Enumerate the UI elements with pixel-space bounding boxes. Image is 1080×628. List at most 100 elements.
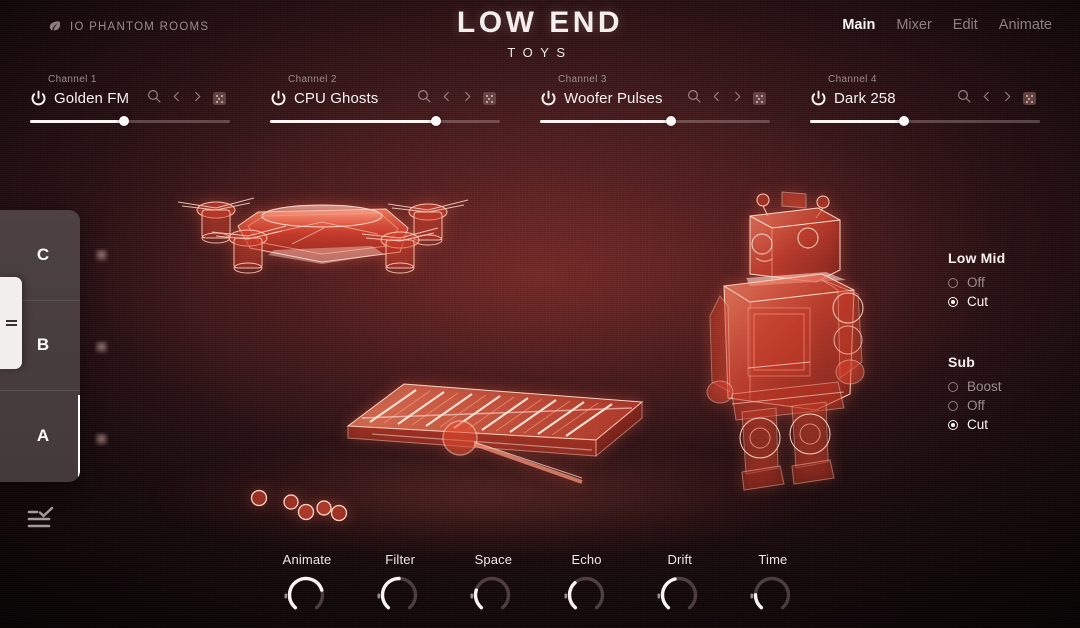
power-icon[interactable]: [540, 90, 557, 107]
channel-name[interactable]: Golden FM: [54, 90, 129, 107]
knob-echo[interactable]: Echo: [548, 552, 626, 628]
channel-icon-group: [147, 89, 230, 108]
search-icon[interactable]: [957, 89, 971, 108]
eq-group-title: Sub: [948, 354, 976, 370]
power-icon[interactable]: [30, 90, 47, 107]
chevron-left-icon[interactable]: [711, 90, 722, 108]
radio-label: Off: [967, 398, 985, 413]
channel-name[interactable]: Woofer Pulses: [564, 90, 663, 107]
nav-item-animate[interactable]: Animate: [999, 17, 1052, 33]
hamburger-icon: [5, 318, 17, 328]
radio-cut[interactable]: Cut: [948, 417, 1058, 432]
radio-label: Boost: [967, 379, 1002, 394]
knob-label: Animate: [282, 552, 332, 567]
sidebar-section-label: B: [36, 335, 50, 355]
slider-fill: [540, 120, 672, 123]
channel-label: Channel 1: [48, 74, 97, 85]
radio-off[interactable]: Off: [948, 398, 1058, 413]
drone-hologram: [172, 176, 472, 292]
power-icon[interactable]: [810, 90, 827, 107]
channel-level-slider[interactable]: [30, 116, 230, 126]
search-icon[interactable]: [417, 89, 431, 108]
radio-off[interactable]: Off: [948, 275, 1058, 290]
knob-animate[interactable]: Animate: [268, 552, 346, 628]
channel-level-slider[interactable]: [540, 116, 770, 126]
channel-strips: Channel 1 Golden FM Channel 2 CPU Ghosts Cha…: [0, 74, 1080, 136]
knob-label: Filter: [385, 552, 416, 567]
dice-icon[interactable]: [483, 92, 496, 105]
slider-fill: [810, 120, 905, 123]
dice-icon[interactable]: [213, 92, 226, 105]
chevron-right-icon[interactable]: [462, 90, 473, 108]
channel-label: Channel 2: [288, 74, 337, 85]
power-icon[interactable]: [270, 90, 287, 107]
channel-level-slider[interactable]: [270, 116, 500, 126]
slider-handle[interactable]: [899, 116, 910, 126]
knob-tick: [564, 593, 567, 599]
chevron-right-icon[interactable]: [192, 90, 203, 108]
knob-dial[interactable]: [376, 572, 424, 620]
slider-handle[interactable]: [430, 116, 441, 126]
page-title: LOW END TOYS: [0, 8, 1080, 61]
nav-item-main[interactable]: Main: [842, 17, 875, 33]
eq-panel: Low Mid Off Cut Sub Boost Off Cut: [948, 250, 1058, 436]
radio-label: Cut: [967, 294, 989, 309]
radio-cut[interactable]: Cut: [948, 294, 1058, 309]
dice-icon[interactable]: [753, 92, 766, 105]
search-icon[interactable]: [147, 89, 161, 108]
chevron-left-icon[interactable]: [981, 90, 992, 108]
chevron-right-icon[interactable]: [732, 90, 743, 108]
knob-dial[interactable]: [656, 572, 704, 620]
channel-name[interactable]: CPU Ghosts: [294, 90, 378, 107]
slider-handle[interactable]: [119, 116, 129, 126]
radio-label: Off: [967, 275, 985, 290]
knob-label: Space: [474, 552, 513, 567]
knob-tick: [750, 593, 754, 599]
sidebar-section-label: C: [36, 244, 50, 264]
slider-fill: [30, 120, 124, 123]
channel-strip-3: Channel 3 Woofer Pulses: [540, 74, 810, 136]
knob-space[interactable]: Space: [454, 552, 532, 628]
chevron-left-icon[interactable]: [441, 90, 452, 108]
channel-icon-group: [957, 89, 1040, 108]
slider-handle[interactable]: [666, 116, 677, 126]
slider-fill: [270, 120, 436, 123]
knob-dial[interactable]: [283, 572, 331, 620]
channel-label: Channel 4: [828, 74, 877, 85]
list-check-icon[interactable]: [27, 505, 54, 535]
nav-item-mixer[interactable]: Mixer: [896, 17, 931, 33]
channel-name[interactable]: Dark 258: [834, 90, 896, 107]
channel-level-slider[interactable]: [810, 116, 1040, 126]
radio-dot-icon: [948, 400, 958, 411]
drawer-toggle-tab[interactable]: [0, 277, 22, 369]
knob-tick: [284, 593, 288, 599]
knob-dial[interactable]: [749, 572, 797, 620]
nav-item-edit[interactable]: Edit: [953, 17, 978, 33]
eq-group-sub: Sub Boost Off Cut: [948, 354, 1058, 432]
knob-dial[interactable]: [563, 572, 611, 620]
chevron-right-icon[interactable]: [1002, 90, 1013, 108]
radio-boost[interactable]: Boost: [948, 379, 1058, 394]
knob-tick: [377, 593, 381, 599]
knob-dial[interactable]: [469, 572, 517, 620]
robot-hologram: [698, 186, 878, 494]
brand-label: IO PHANTOM ROOMS: [70, 20, 210, 33]
knob-label: Drift: [667, 552, 693, 567]
sidebar-section-label: A: [36, 426, 50, 446]
knob-drift[interactable]: Drift: [641, 552, 719, 628]
channel-strip-4: Channel 4 Dark 258: [810, 74, 1080, 136]
row-marker-a: [95, 433, 108, 446]
knob-filter[interactable]: Filter: [361, 552, 439, 628]
eq-group-low-mid: Low Mid Off Cut: [948, 250, 1058, 309]
channel-strip-2: Channel 2 CPU Ghosts: [270, 74, 540, 136]
marbles-hologram: [240, 482, 360, 524]
brand[interactable]: IO PHANTOM ROOMS: [48, 20, 209, 33]
chevron-left-icon[interactable]: [171, 90, 182, 108]
knob-time[interactable]: Time: [734, 552, 812, 628]
row-marker-b: [95, 341, 108, 354]
sidebar-section-a[interactable]: A: [0, 391, 80, 482]
dice-icon[interactable]: [1023, 92, 1036, 105]
search-icon[interactable]: [687, 89, 701, 108]
main-nav: Main Mixer Edit Animate: [842, 17, 1052, 33]
radio-dot-icon: [948, 381, 958, 392]
